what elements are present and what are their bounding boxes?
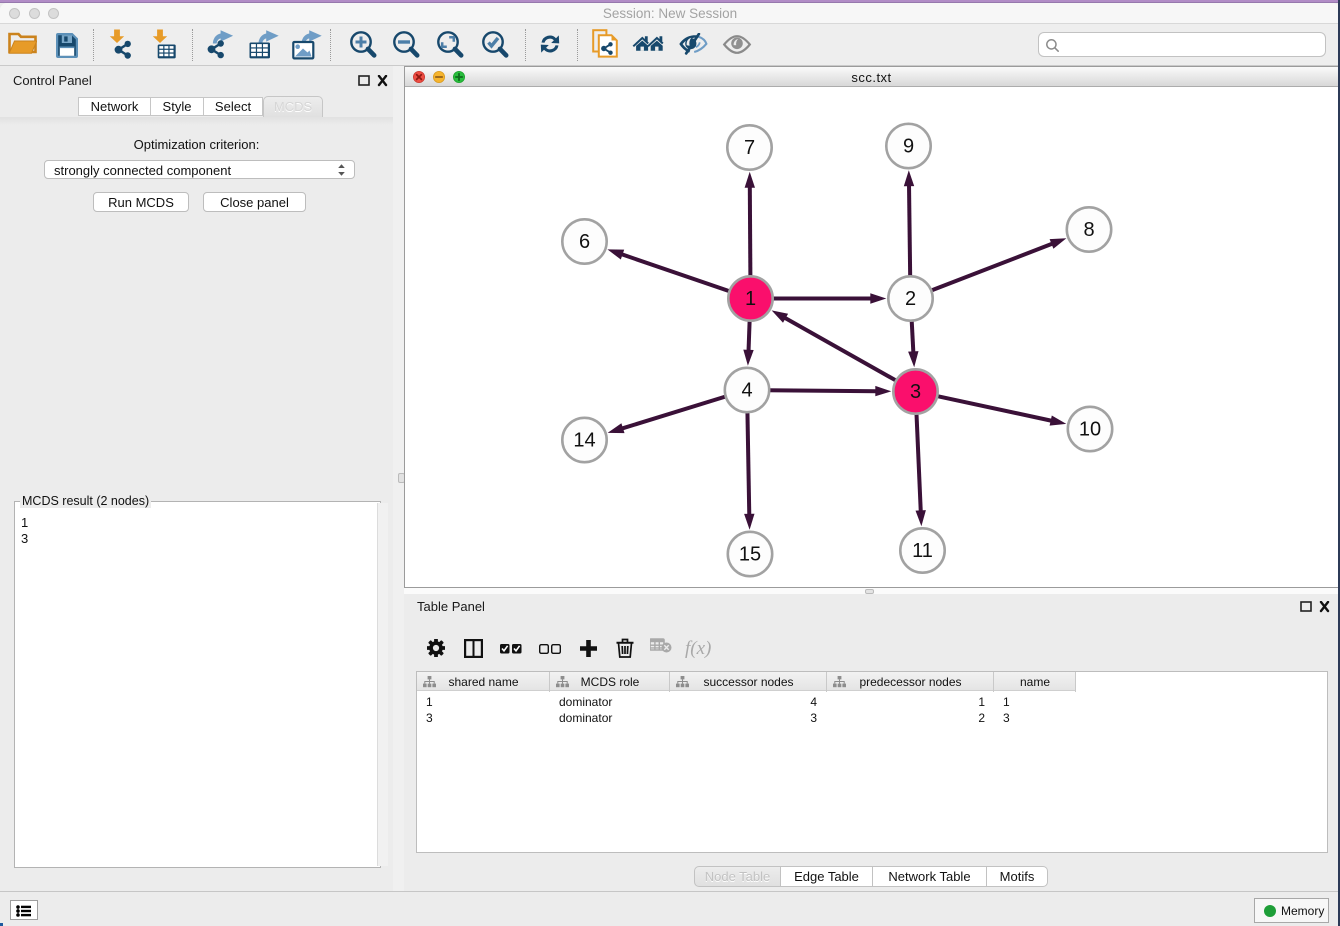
svg-text:7: 7 — [744, 137, 755, 159]
svg-text:f(x): f(x) — [685, 638, 711, 659]
svg-text:8: 8 — [1083, 219, 1094, 241]
svg-text:10: 10 — [1079, 418, 1101, 440]
svg-text:15: 15 — [739, 543, 761, 565]
svg-text:9: 9 — [903, 135, 914, 157]
svg-text:1: 1 — [745, 288, 756, 310]
svg-text:2: 2 — [905, 288, 916, 310]
svg-text:14: 14 — [573, 429, 595, 451]
svg-text:3: 3 — [910, 381, 921, 403]
svg-text:11: 11 — [912, 540, 933, 562]
svg-text:4: 4 — [741, 379, 752, 401]
svg-text:6: 6 — [579, 231, 590, 253]
